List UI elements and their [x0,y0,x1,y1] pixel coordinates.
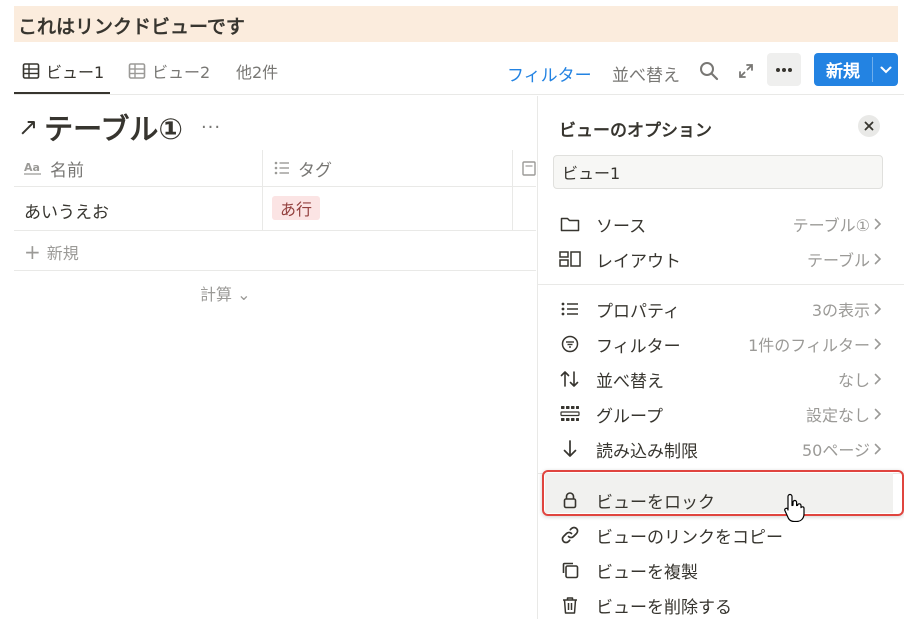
tab-label: ビュー2 [152,63,211,82]
tab-label: 他2件 [236,63,279,82]
duplicate-icon [558,558,582,582]
table-icon [128,63,146,79]
database-title: ↗ テーブル① ··· [18,106,221,148]
option-delete-view[interactable]: ビューを削除する [548,589,888,619]
tab-view-1[interactable]: ビュー1 [22,57,104,85]
option-source[interactable]: ソース テーブル① [548,208,888,240]
chevron-right-icon [874,443,888,455]
folder-icon [558,212,582,236]
sort-icon [558,367,582,391]
arrow-down-icon [558,437,582,461]
option-group[interactable]: グループ 設定なし [548,398,888,430]
layout-icon [558,247,582,271]
column-label: タグ [298,160,332,181]
chevron-right-icon [874,303,888,315]
linked-view-banner: これはリンクドビューです [14,6,898,42]
group-icon [558,402,582,426]
text-property-icon: Aa [24,161,41,175]
search-icon[interactable] [697,59,721,83]
add-row-button[interactable]: + 新規 [24,240,79,264]
linked-arrow-icon: ↗ [18,113,39,141]
database-name[interactable]: テーブル① [44,106,183,148]
column-header-name[interactable]: Aa 名前 [24,150,84,186]
add-row-label: 新規 [46,244,79,263]
new-button[interactable]: 新規 [814,53,898,86]
new-button-label: 新規 [826,62,860,82]
banner-text: これはリンクドビューです [18,16,245,38]
active-tab-underline [14,92,110,94]
chevron-down-icon[interactable] [873,53,898,86]
calculate-button[interactable]: 計算 ⌄ [200,281,251,305]
list-icon [558,297,582,321]
column-label: 名前 [50,160,84,181]
plus-icon: + [24,240,41,264]
close-icon[interactable] [858,115,880,137]
option-layout[interactable]: レイアウト テーブル [548,243,888,275]
filter-icon [558,332,582,356]
date-property-icon [522,161,536,176]
tab-label: ビュー1 [46,63,105,82]
view-tab-bar: ビュー1 ビュー2 他2件 フィルター 並べ替え 新規 [14,47,904,95]
option-properties[interactable]: プロパティ 3の表示 [548,293,888,325]
column-header-tag[interactable]: タグ [274,150,332,186]
option-copy-link[interactable]: ビューのリンクをコピー [548,519,888,551]
option-load-limit[interactable]: 読み込み制限 50ページ [548,433,888,465]
tab-view-2[interactable]: ビュー2 [128,57,210,85]
expand-icon[interactable] [734,59,758,83]
row-name-cell[interactable]: あいうえお [24,198,109,223]
option-filter[interactable]: フィルター 1件のフィルター [548,328,888,360]
link-icon [558,523,582,547]
chevron-right-icon [874,373,888,385]
hand-cursor-icon [784,493,805,522]
sort-button[interactable]: 並べ替え [612,61,680,86]
view-options-panel: ビューのオプション ソース テーブル① レイアウト テーブル プロパティ 3の表… [537,96,904,619]
database-menu-icon[interactable]: ··· [201,117,221,138]
table-icon [22,63,40,79]
panel-title: ビューのオプション [559,121,712,141]
view-name-input[interactable] [553,155,883,189]
tab-more-views[interactable]: 他2件 [236,57,278,85]
filter-button[interactable]: フィルター [507,61,592,86]
chevron-right-icon [874,338,888,350]
list-property-icon [274,161,289,175]
chevron-right-icon [874,218,888,230]
more-icon[interactable] [767,53,801,86]
trash-icon [558,593,582,617]
tag-pill[interactable]: あ行 [272,196,321,220]
chevron-right-icon [874,408,888,420]
chevron-right-icon [874,253,888,265]
svg-text:Aa: Aa [24,161,40,174]
highlight-box [542,470,904,516]
option-sort[interactable]: 並べ替え なし [548,363,888,395]
option-duplicate-view[interactable]: ビューを複製 [548,554,888,586]
